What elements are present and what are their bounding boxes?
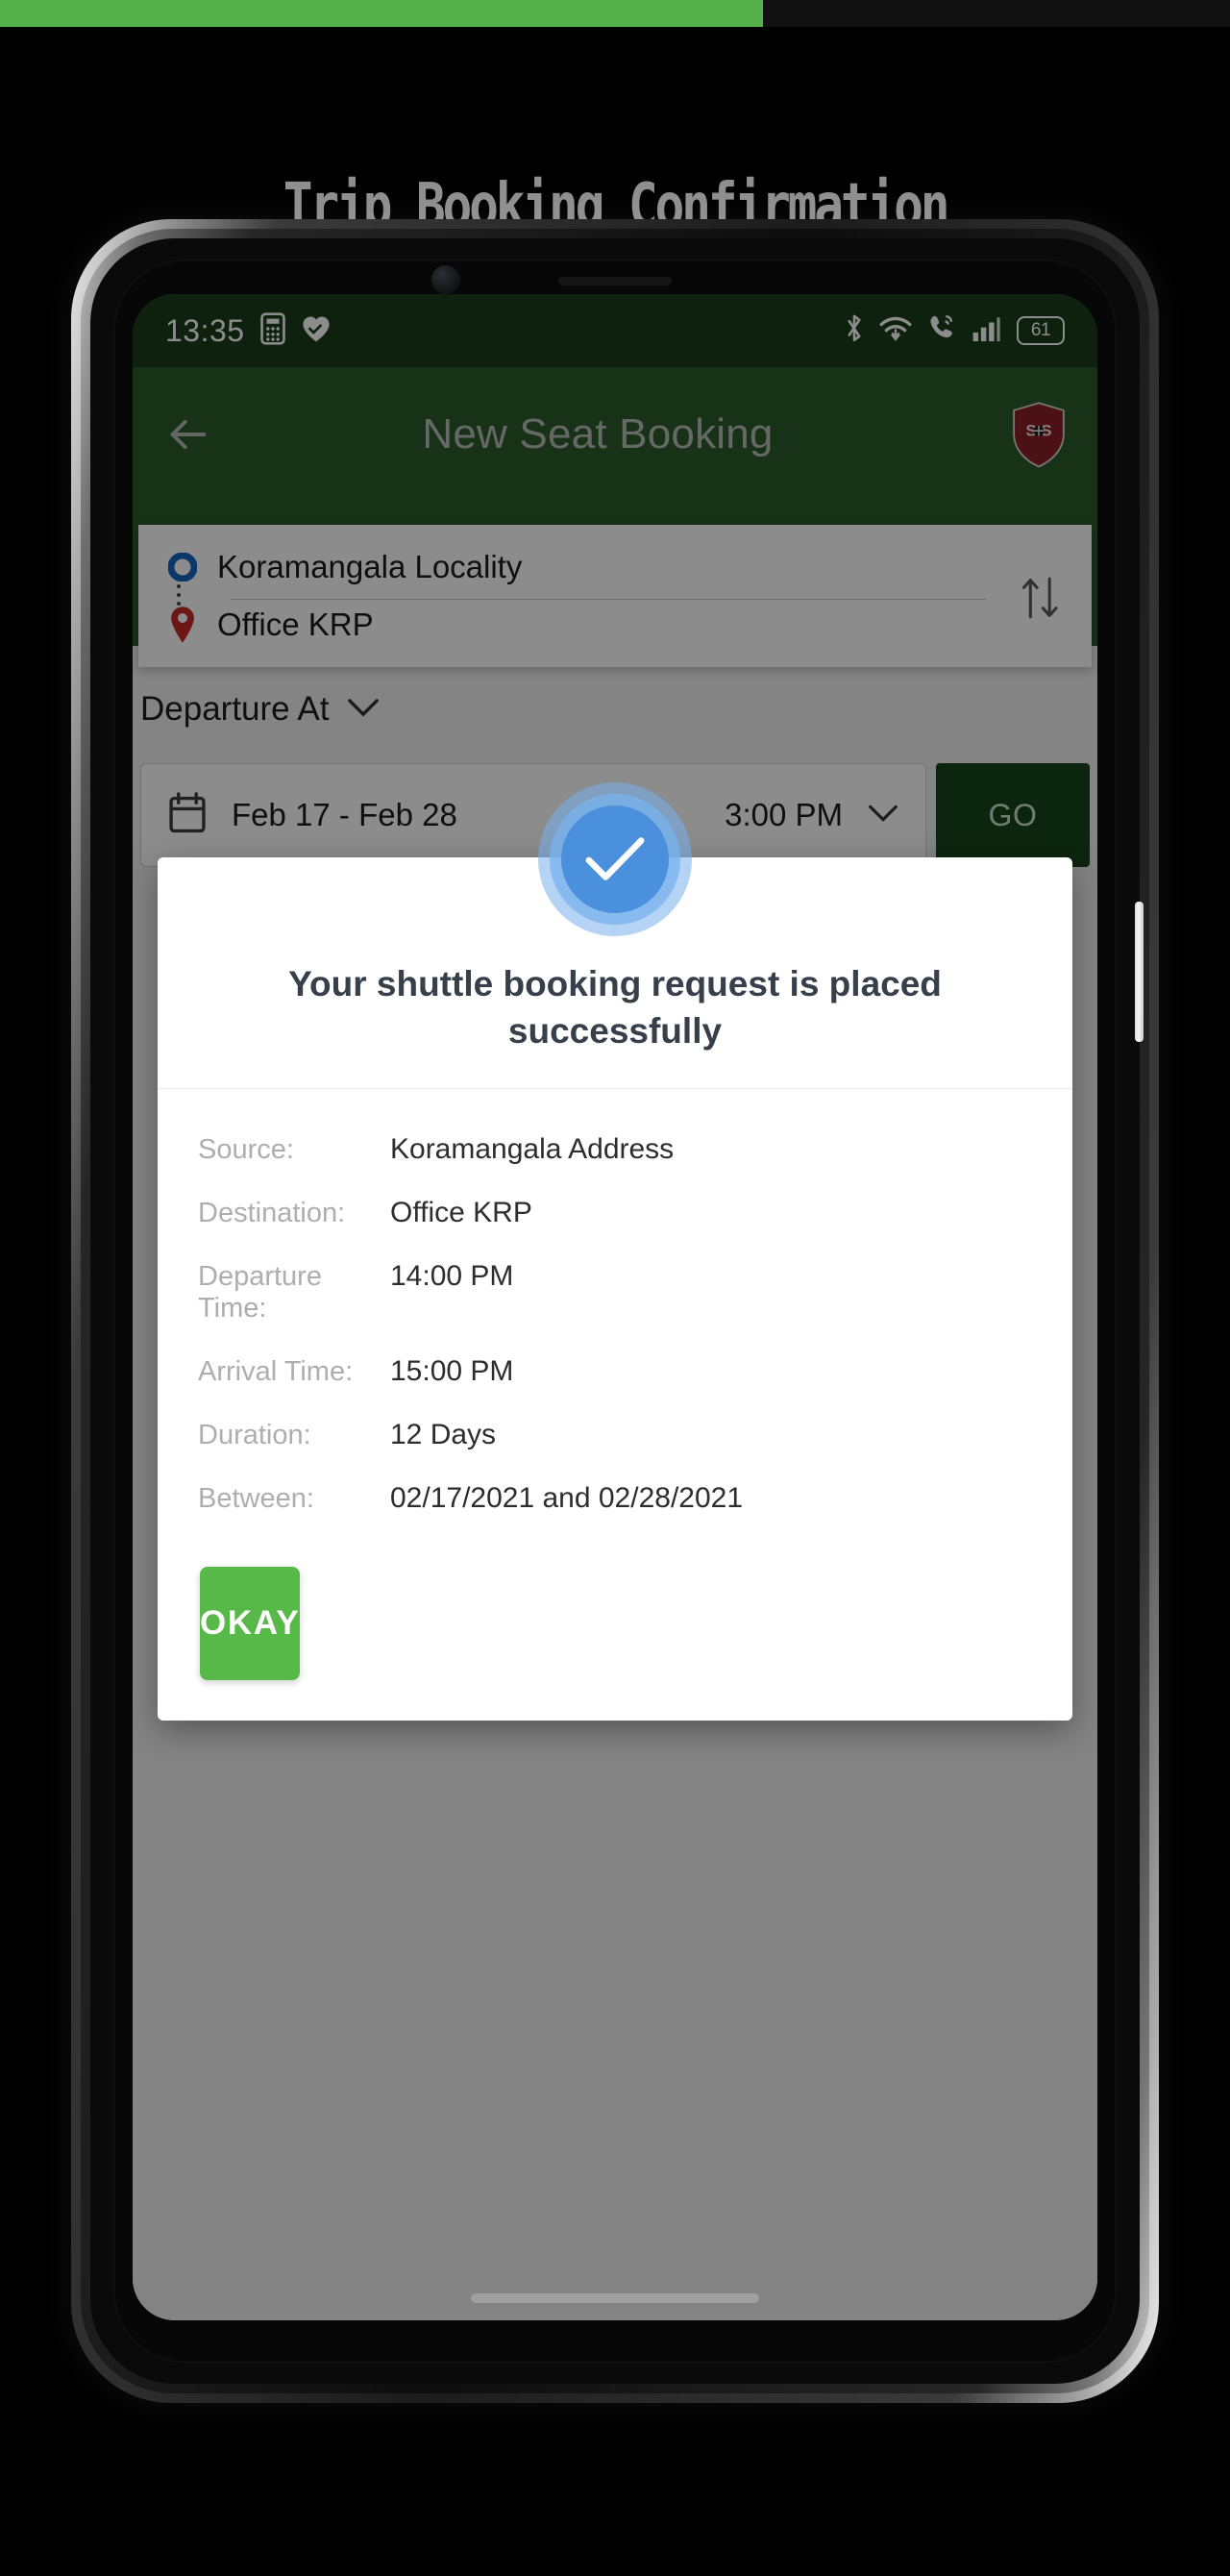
okay-button[interactable]: OKAY: [200, 1566, 301, 1680]
detail-label: Duration:: [198, 1419, 311, 1450]
front-camera: [431, 265, 460, 294]
check-circle: [561, 805, 669, 913]
detail-value: 14:00 PM: [390, 1259, 514, 1292]
detail-label: Between:: [198, 1482, 314, 1514]
phone-screen: Koramangala Locality Office KRP Departur…: [133, 294, 1097, 2320]
detail-label: Destination:: [198, 1197, 346, 1228]
phone-frame: Koramangala Locality Office KRP Departur…: [71, 219, 1159, 2403]
power-button[interactable]: [1135, 902, 1144, 1042]
confirmation-dialog: Your shuttle booking request is placed s…: [158, 782, 1072, 1721]
phone-body: Koramangala Locality Office KRP Departur…: [90, 238, 1144, 2384]
detail-row: Arrival Time: 15:00 PM: [198, 1340, 1032, 1403]
detail-row: Between: 02/17/2021 and 02/28/2021: [198, 1467, 1032, 1530]
detail-label: Departure Time:: [198, 1260, 322, 1324]
detail-row: Duration: 12 Days: [198, 1403, 1032, 1467]
detail-value: 12 Days: [390, 1418, 497, 1450]
detail-label: Arrival Time:: [198, 1355, 354, 1387]
home-indicator: [471, 2293, 759, 2303]
earpiece-speaker: [558, 277, 672, 285]
detail-row: Source: Koramangala Address: [198, 1118, 1032, 1181]
detail-row: Destination: Office KRP: [198, 1181, 1032, 1245]
detail-value: 15:00 PM: [390, 1354, 514, 1387]
detail-value: Koramangala Address: [390, 1132, 675, 1165]
detail-value: 02/17/2021 and 02/28/2021: [390, 1481, 744, 1514]
success-check-icon: [538, 782, 692, 936]
booking-details-list: Source: Koramangala Address Destination: Of…: [158, 1089, 1072, 1534]
detail-label: Source:: [198, 1133, 294, 1165]
page-progress-fill: [0, 0, 763, 27]
page-root: Trip Booking Confirmation Koramangala Lo…: [0, 0, 1230, 2576]
detail-row: Departure Time: 14:00 PM: [198, 1245, 1032, 1340]
detail-value: Office KRP: [390, 1196, 532, 1228]
page-progress-track: [0, 0, 1230, 27]
phone-frame-inner: Koramangala Locality Office KRP Departur…: [81, 229, 1149, 2393]
